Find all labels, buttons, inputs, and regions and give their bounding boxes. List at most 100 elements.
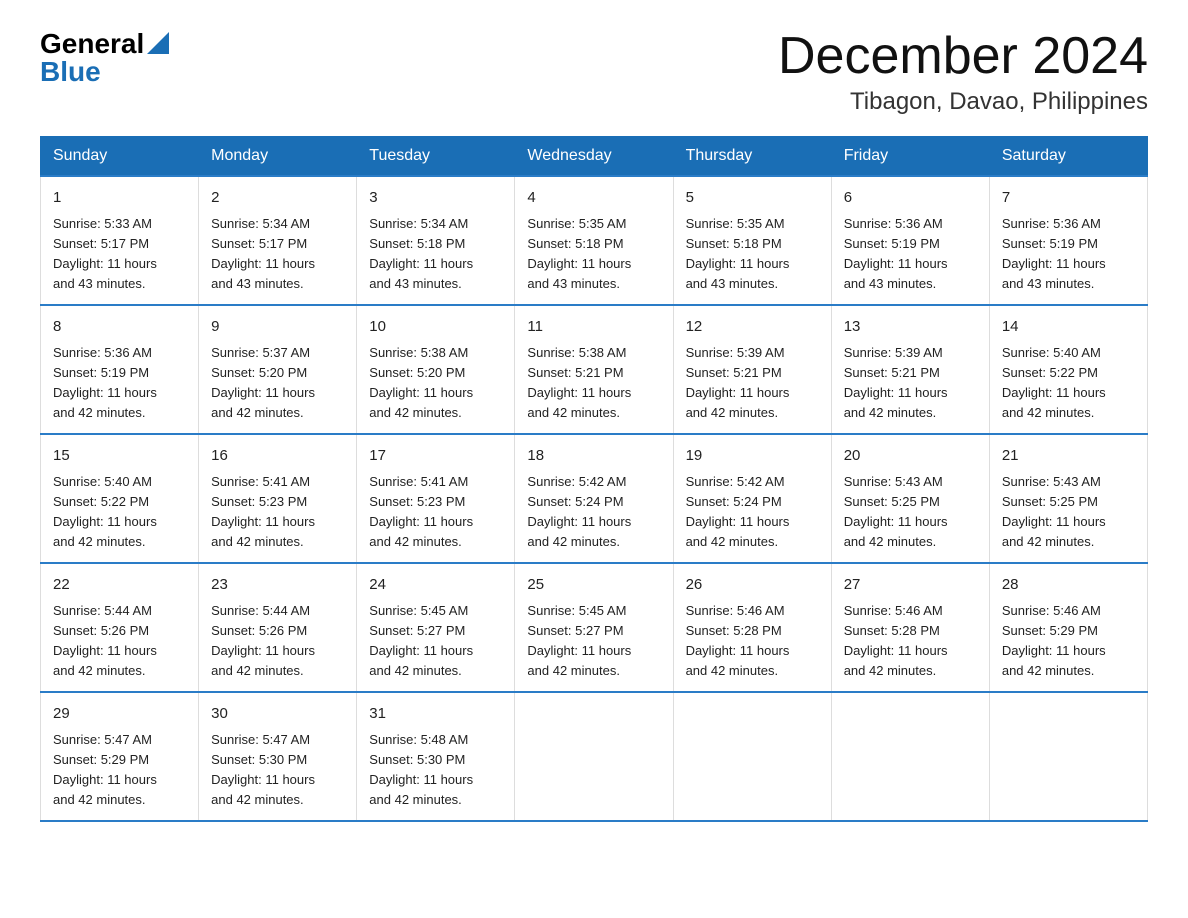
day-number: 26: [686, 574, 819, 597]
day-number: 14: [1002, 316, 1135, 339]
day-number: 10: [369, 316, 502, 339]
day-info: Sunrise: 5:47 AMSunset: 5:30 PMDaylight:…: [211, 730, 344, 811]
day-number: 5: [686, 187, 819, 210]
calendar-cell: 2 Sunrise: 5:34 AMSunset: 5:17 PMDaylight…: [199, 176, 357, 305]
calendar-cell: 30 Sunrise: 5:47 AMSunset: 5:30 PMDayligh…: [199, 692, 357, 821]
day-info: Sunrise: 5:40 AMSunset: 5:22 PMDaylight:…: [53, 472, 186, 553]
calendar-cell: 24Sunrise: 5:45 AMSunset: 5:27 PMDayligh…: [357, 563, 515, 692]
calendar-week-row: 8 Sunrise: 5:36 AMSunset: 5:19 PMDaylight…: [41, 305, 1148, 434]
day-info: Sunrise: 5:34 AMSunset: 5:17 PMDaylight:…: [211, 214, 344, 295]
weekday-header-saturday: Saturday: [989, 137, 1147, 177]
calendar-cell: 11Sunrise: 5:38 AMSunset: 5:21 PMDayligh…: [515, 305, 673, 434]
day-number: 7: [1002, 187, 1135, 210]
day-number: 27: [844, 574, 977, 597]
day-info: Sunrise: 5:36 AMSunset: 5:19 PMDaylight:…: [844, 214, 977, 295]
day-info: Sunrise: 5:46 AMSunset: 5:29 PMDaylight:…: [1002, 601, 1135, 682]
calendar-cell: 13 Sunrise: 5:39 AMSunset: 5:21 PMDayligh…: [831, 305, 989, 434]
day-number: 19: [686, 445, 819, 468]
weekday-header-friday: Friday: [831, 137, 989, 177]
calendar-cell: 16 Sunrise: 5:41 AMSunset: 5:23 PMDayligh…: [199, 434, 357, 563]
logo: General Blue: [40, 30, 169, 86]
day-number: 2: [211, 187, 344, 210]
weekday-header-monday: Monday: [199, 137, 357, 177]
day-number: 17: [369, 445, 502, 468]
calendar-cell: 4 Sunrise: 5:35 AMSunset: 5:18 PMDaylight…: [515, 176, 673, 305]
day-info: Sunrise: 5:46 AMSunset: 5:28 PMDaylight:…: [844, 601, 977, 682]
calendar-cell: 25 Sunrise: 5:45 AMSunset: 5:27 PMDayligh…: [515, 563, 673, 692]
calendar-cell: 9Sunrise: 5:37 AMSunset: 5:20 PMDaylight…: [199, 305, 357, 434]
calendar-cell: 23 Sunrise: 5:44 AMSunset: 5:26 PMDayligh…: [199, 563, 357, 692]
day-info: Sunrise: 5:48 AMSunset: 5:30 PMDaylight:…: [369, 730, 502, 811]
day-info: Sunrise: 5:43 AMSunset: 5:25 PMDaylight:…: [844, 472, 977, 553]
day-info: Sunrise: 5:37 AMSunset: 5:20 PMDaylight:…: [211, 343, 344, 424]
day-info: Sunrise: 5:47 AMSunset: 5:29 PMDaylight:…: [53, 730, 186, 811]
calendar-cell: 21 Sunrise: 5:43 AMSunset: 5:25 PMDayligh…: [989, 434, 1147, 563]
calendar-week-row: 29 Sunrise: 5:47 AMSunset: 5:29 PMDayligh…: [41, 692, 1148, 821]
day-number: 21: [1002, 445, 1135, 468]
page-header: General Blue December 2024 Tibagon, Dava…: [40, 30, 1148, 116]
calendar-cell: 10 Sunrise: 5:38 AMSunset: 5:20 PMDayligh…: [357, 305, 515, 434]
day-number: 1: [53, 187, 186, 210]
page-title: December 2024: [778, 30, 1148, 82]
day-number: 20: [844, 445, 977, 468]
day-number: 8: [53, 316, 186, 339]
calendar-header: SundayMondayTuesdayWednesdayThursdayFrid…: [41, 137, 1148, 177]
day-number: 29: [53, 703, 186, 726]
calendar-cell: 27 Sunrise: 5:46 AMSunset: 5:28 PMDayligh…: [831, 563, 989, 692]
calendar-cell: 12Sunrise: 5:39 AMSunset: 5:21 PMDayligh…: [673, 305, 831, 434]
day-number: 15: [53, 445, 186, 468]
calendar-cell: 7Sunrise: 5:36 AMSunset: 5:19 PMDaylight…: [989, 176, 1147, 305]
calendar-cell: 14 Sunrise: 5:40 AMSunset: 5:22 PMDayligh…: [989, 305, 1147, 434]
calendar-cell: 19Sunrise: 5:42 AMSunset: 5:24 PMDayligh…: [673, 434, 831, 563]
day-info: Sunrise: 5:45 AMSunset: 5:27 PMDaylight:…: [369, 601, 502, 682]
calendar-cell: 29 Sunrise: 5:47 AMSunset: 5:29 PMDayligh…: [41, 692, 199, 821]
calendar-cell: 26Sunrise: 5:46 AMSunset: 5:28 PMDayligh…: [673, 563, 831, 692]
day-info: Sunrise: 5:42 AMSunset: 5:24 PMDaylight:…: [527, 472, 660, 553]
calendar-cell: 3 Sunrise: 5:34 AMSunset: 5:18 PMDaylight…: [357, 176, 515, 305]
day-info: Sunrise: 5:43 AMSunset: 5:25 PMDaylight:…: [1002, 472, 1135, 553]
day-number: 18: [527, 445, 660, 468]
day-number: 16: [211, 445, 344, 468]
day-number: 4: [527, 187, 660, 210]
day-number: 30: [211, 703, 344, 726]
page-subtitle: Tibagon, Davao, Philippines: [778, 88, 1148, 116]
day-number: 22: [53, 574, 186, 597]
day-number: 23: [211, 574, 344, 597]
day-info: Sunrise: 5:41 AMSunset: 5:23 PMDaylight:…: [369, 472, 502, 553]
calendar-cell: 31 Sunrise: 5:48 AMSunset: 5:30 PMDayligh…: [357, 692, 515, 821]
calendar-cell: [515, 692, 673, 821]
day-info: Sunrise: 5:44 AMSunset: 5:26 PMDaylight:…: [211, 601, 344, 682]
calendar-cell: 15 Sunrise: 5:40 AMSunset: 5:22 PMDayligh…: [41, 434, 199, 563]
calendar-cell: 18 Sunrise: 5:42 AMSunset: 5:24 PMDayligh…: [515, 434, 673, 563]
day-info: Sunrise: 5:35 AMSunset: 5:18 PMDaylight:…: [686, 214, 819, 295]
weekday-header-row: SundayMondayTuesdayWednesdayThursdayFrid…: [41, 137, 1148, 177]
day-number: 11: [527, 316, 660, 339]
weekday-header-wednesday: Wednesday: [515, 137, 673, 177]
day-number: 3: [369, 187, 502, 210]
day-info: Sunrise: 5:38 AMSunset: 5:20 PMDaylight:…: [369, 343, 502, 424]
day-number: 13: [844, 316, 977, 339]
day-number: 6: [844, 187, 977, 210]
day-info: Sunrise: 5:39 AMSunset: 5:21 PMDaylight:…: [844, 343, 977, 424]
calendar-cell: 22 Sunrise: 5:44 AMSunset: 5:26 PMDayligh…: [41, 563, 199, 692]
calendar-cell: [989, 692, 1147, 821]
calendar-table: SundayMondayTuesdayWednesdayThursdayFrid…: [40, 136, 1148, 822]
day-info: Sunrise: 5:41 AMSunset: 5:23 PMDaylight:…: [211, 472, 344, 553]
day-info: Sunrise: 5:35 AMSunset: 5:18 PMDaylight:…: [527, 214, 660, 295]
day-info: Sunrise: 5:36 AMSunset: 5:19 PMDaylight:…: [53, 343, 186, 424]
logo-text-blue: Blue: [40, 56, 101, 87]
calendar-week-row: 1Sunrise: 5:33 AMSunset: 5:17 PMDaylight…: [41, 176, 1148, 305]
day-info: Sunrise: 5:40 AMSunset: 5:22 PMDaylight:…: [1002, 343, 1135, 424]
calendar-cell: 1Sunrise: 5:33 AMSunset: 5:17 PMDaylight…: [41, 176, 199, 305]
calendar-week-row: 15 Sunrise: 5:40 AMSunset: 5:22 PMDayligh…: [41, 434, 1148, 563]
calendar-cell: 28Sunrise: 5:46 AMSunset: 5:29 PMDayligh…: [989, 563, 1147, 692]
day-info: Sunrise: 5:44 AMSunset: 5:26 PMDaylight:…: [53, 601, 186, 682]
calendar-cell: 17 Sunrise: 5:41 AMSunset: 5:23 PMDayligh…: [357, 434, 515, 563]
calendar-cell: [673, 692, 831, 821]
day-info: Sunrise: 5:34 AMSunset: 5:18 PMDaylight:…: [369, 214, 502, 295]
day-info: Sunrise: 5:45 AMSunset: 5:27 PMDaylight:…: [527, 601, 660, 682]
day-number: 25: [527, 574, 660, 597]
weekday-header-thursday: Thursday: [673, 137, 831, 177]
logo-text-general: General: [40, 30, 144, 58]
day-number: 31: [369, 703, 502, 726]
